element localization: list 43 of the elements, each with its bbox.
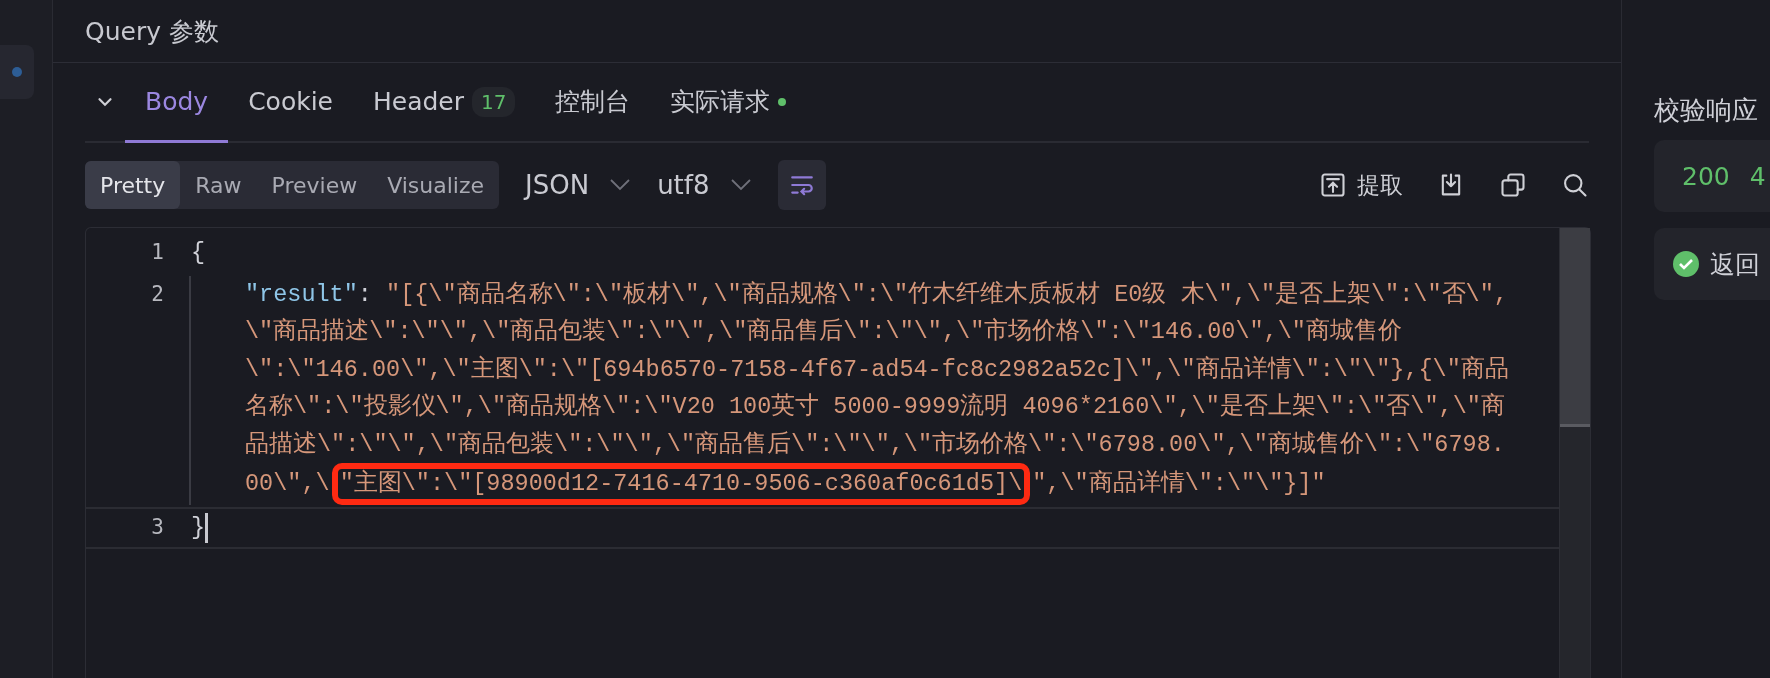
tab[interactable]: 控制台	[535, 63, 651, 143]
check-icon	[1672, 250, 1700, 278]
search-icon	[1561, 171, 1589, 199]
chevron-down-icon	[609, 178, 632, 192]
code-text: ",\"商品详情\":\"\"}]"	[1032, 469, 1326, 500]
format-dropdown[interactable]: utf8	[657, 170, 752, 200]
line-number: 1	[150, 239, 165, 266]
scrollbar-thumb[interactable]	[1560, 228, 1590, 427]
tab[interactable]: 实际请求	[650, 63, 807, 143]
line-number: 3	[150, 514, 165, 541]
code-line: \":\"146.00\",\"主图\":\"[694b6570-7158-4f67-ad54-fc8c2982a52c]\",\"商品详情\":\"\"},{\"商品	[245, 354, 1510, 385]
wrap-toggle[interactable]	[777, 160, 826, 210]
status-code: 4	[1749, 161, 1766, 191]
format-dropdown[interactable]: JSON	[525, 170, 632, 200]
wrap-lines-icon	[788, 173, 815, 197]
line-number: 2	[150, 280, 165, 308]
text-cursor	[205, 512, 209, 543]
copy-icon	[1499, 171, 1527, 199]
code-line: "result": "[{\"商品名称\":\"板材\",\"商品规格\":\"竹木纤维木质板材 E0级 木\",\"是否上架\":\"否\",	[245, 279, 1509, 310]
tab[interactable]: Cookie	[228, 63, 353, 143]
check-label: 返回	[1710, 248, 1760, 281]
upload-box-icon	[1319, 171, 1347, 199]
extract-button[interactable]: 提取	[1319, 169, 1403, 201]
tab[interactable]: Header 17	[353, 63, 536, 143]
view-mode-button[interactable]: Raw	[180, 161, 257, 209]
highlighted-code: "主图\":\"[98900d12-7416-4710-9506-c360af0c61d5]\	[331, 463, 1031, 505]
panel-title: 校验响应	[1654, 93, 1758, 127]
code-line: 名称\":\"投影仪\",\"商品规格\":\"V20 100英寸 5000-9999流明 4096*2160\",\"是否上架\":\"否\",\"商	[245, 392, 1506, 422]
search-button[interactable]	[1561, 171, 1589, 199]
code-text: 00\",\	[245, 469, 330, 500]
section-title: Query 参数	[85, 15, 219, 48]
code-line: \"商品描述\":\"\",\"商品包装\":\"\",\"商品售后\":\"\",\"市场价格\":\"146.00\",\"商城售价	[245, 317, 1403, 347]
view-mode-button[interactable]: Preview	[256, 161, 373, 209]
code-line: 品描述\":\"\",\"商品包装\":\"\",\"商品售后\":\"\",\"市场价格\":\"6798.00\",\"商城售价\":\"6798.	[245, 429, 1506, 460]
count-badge: 17	[472, 86, 516, 117]
chevron-down-icon	[729, 178, 752, 192]
view-mode-button[interactable]: Pretty	[85, 161, 181, 209]
code-line: }	[191, 514, 206, 541]
status-code: 200	[1682, 161, 1730, 191]
tab[interactable]: Body	[125, 63, 229, 143]
copy-button[interactable]	[1499, 171, 1527, 199]
view-mode-button[interactable]: Visualize	[372, 161, 500, 209]
code-line: {	[191, 239, 206, 266]
